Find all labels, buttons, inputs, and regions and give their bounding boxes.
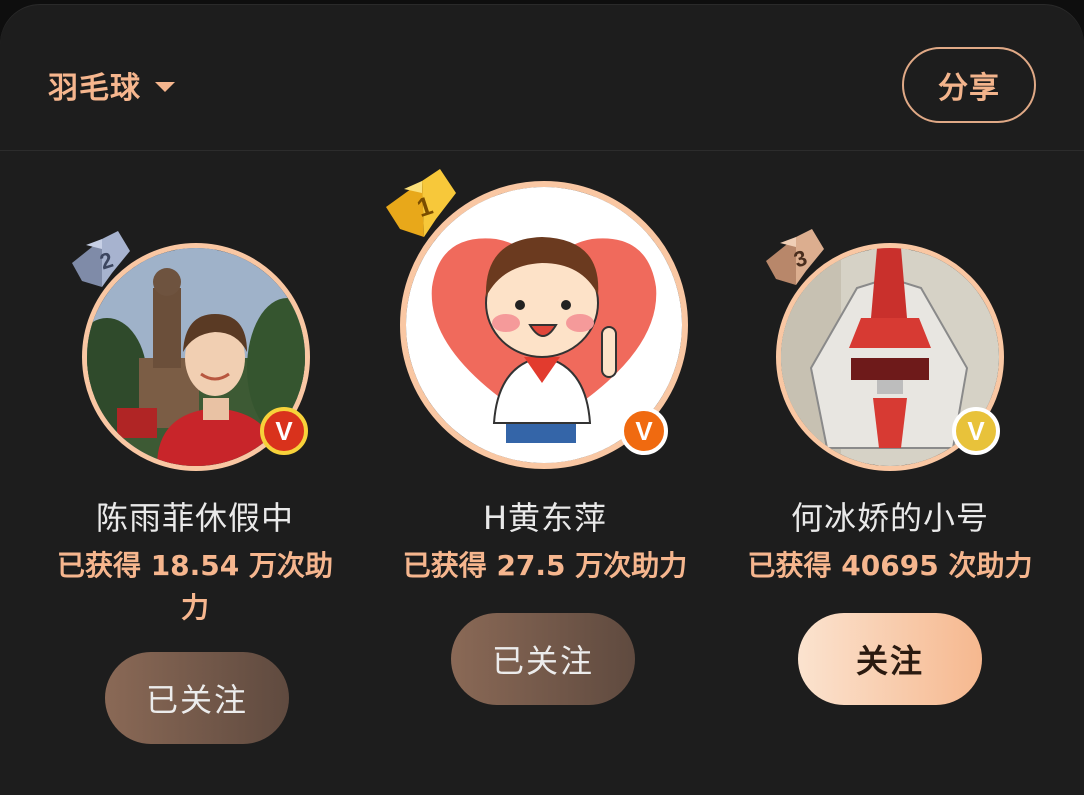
verified-v-icon: V: [260, 407, 308, 455]
user-name[interactable]: 何冰娇的小号: [700, 493, 1080, 539]
support-count-line-2: 力: [180, 591, 209, 624]
user-name[interactable]: 陈雨菲休假中: [20, 493, 370, 539]
support-count: 已获得 40695 次助力: [747, 549, 1033, 582]
rank-card-3: 3 V 何冰娇的小号 已获得 40695 次助力 关注: [700, 5, 1084, 773]
follow-button[interactable]: 关注: [798, 613, 982, 705]
user-name[interactable]: H黄东萍: [390, 493, 700, 539]
followed-button[interactable]: 已关注: [105, 652, 289, 744]
verified-v-icon: V: [620, 407, 668, 455]
support-count: 已获得 18.54 万次助 力: [20, 545, 370, 629]
leaderboard-panel: 羽毛球 分享 2 V 陈雨菲休假中 已获得 18.54 万次助 力 已关注 1 …: [0, 5, 1084, 795]
support-count-line-1: 已获得 18.54 万次助: [56, 549, 334, 582]
rank-card-1: 1 V H黄东萍 已获得 27.5 万次助力 已关注: [386, 5, 700, 773]
verified-v-icon: V: [952, 407, 1000, 455]
support-count: 已获得 27.5 万次助力: [402, 549, 688, 582]
rank-card-2: 2 V 陈雨菲休假中 已获得 18.54 万次助 力 已关注: [0, 5, 390, 773]
followed-button[interactable]: 已关注: [451, 613, 635, 705]
